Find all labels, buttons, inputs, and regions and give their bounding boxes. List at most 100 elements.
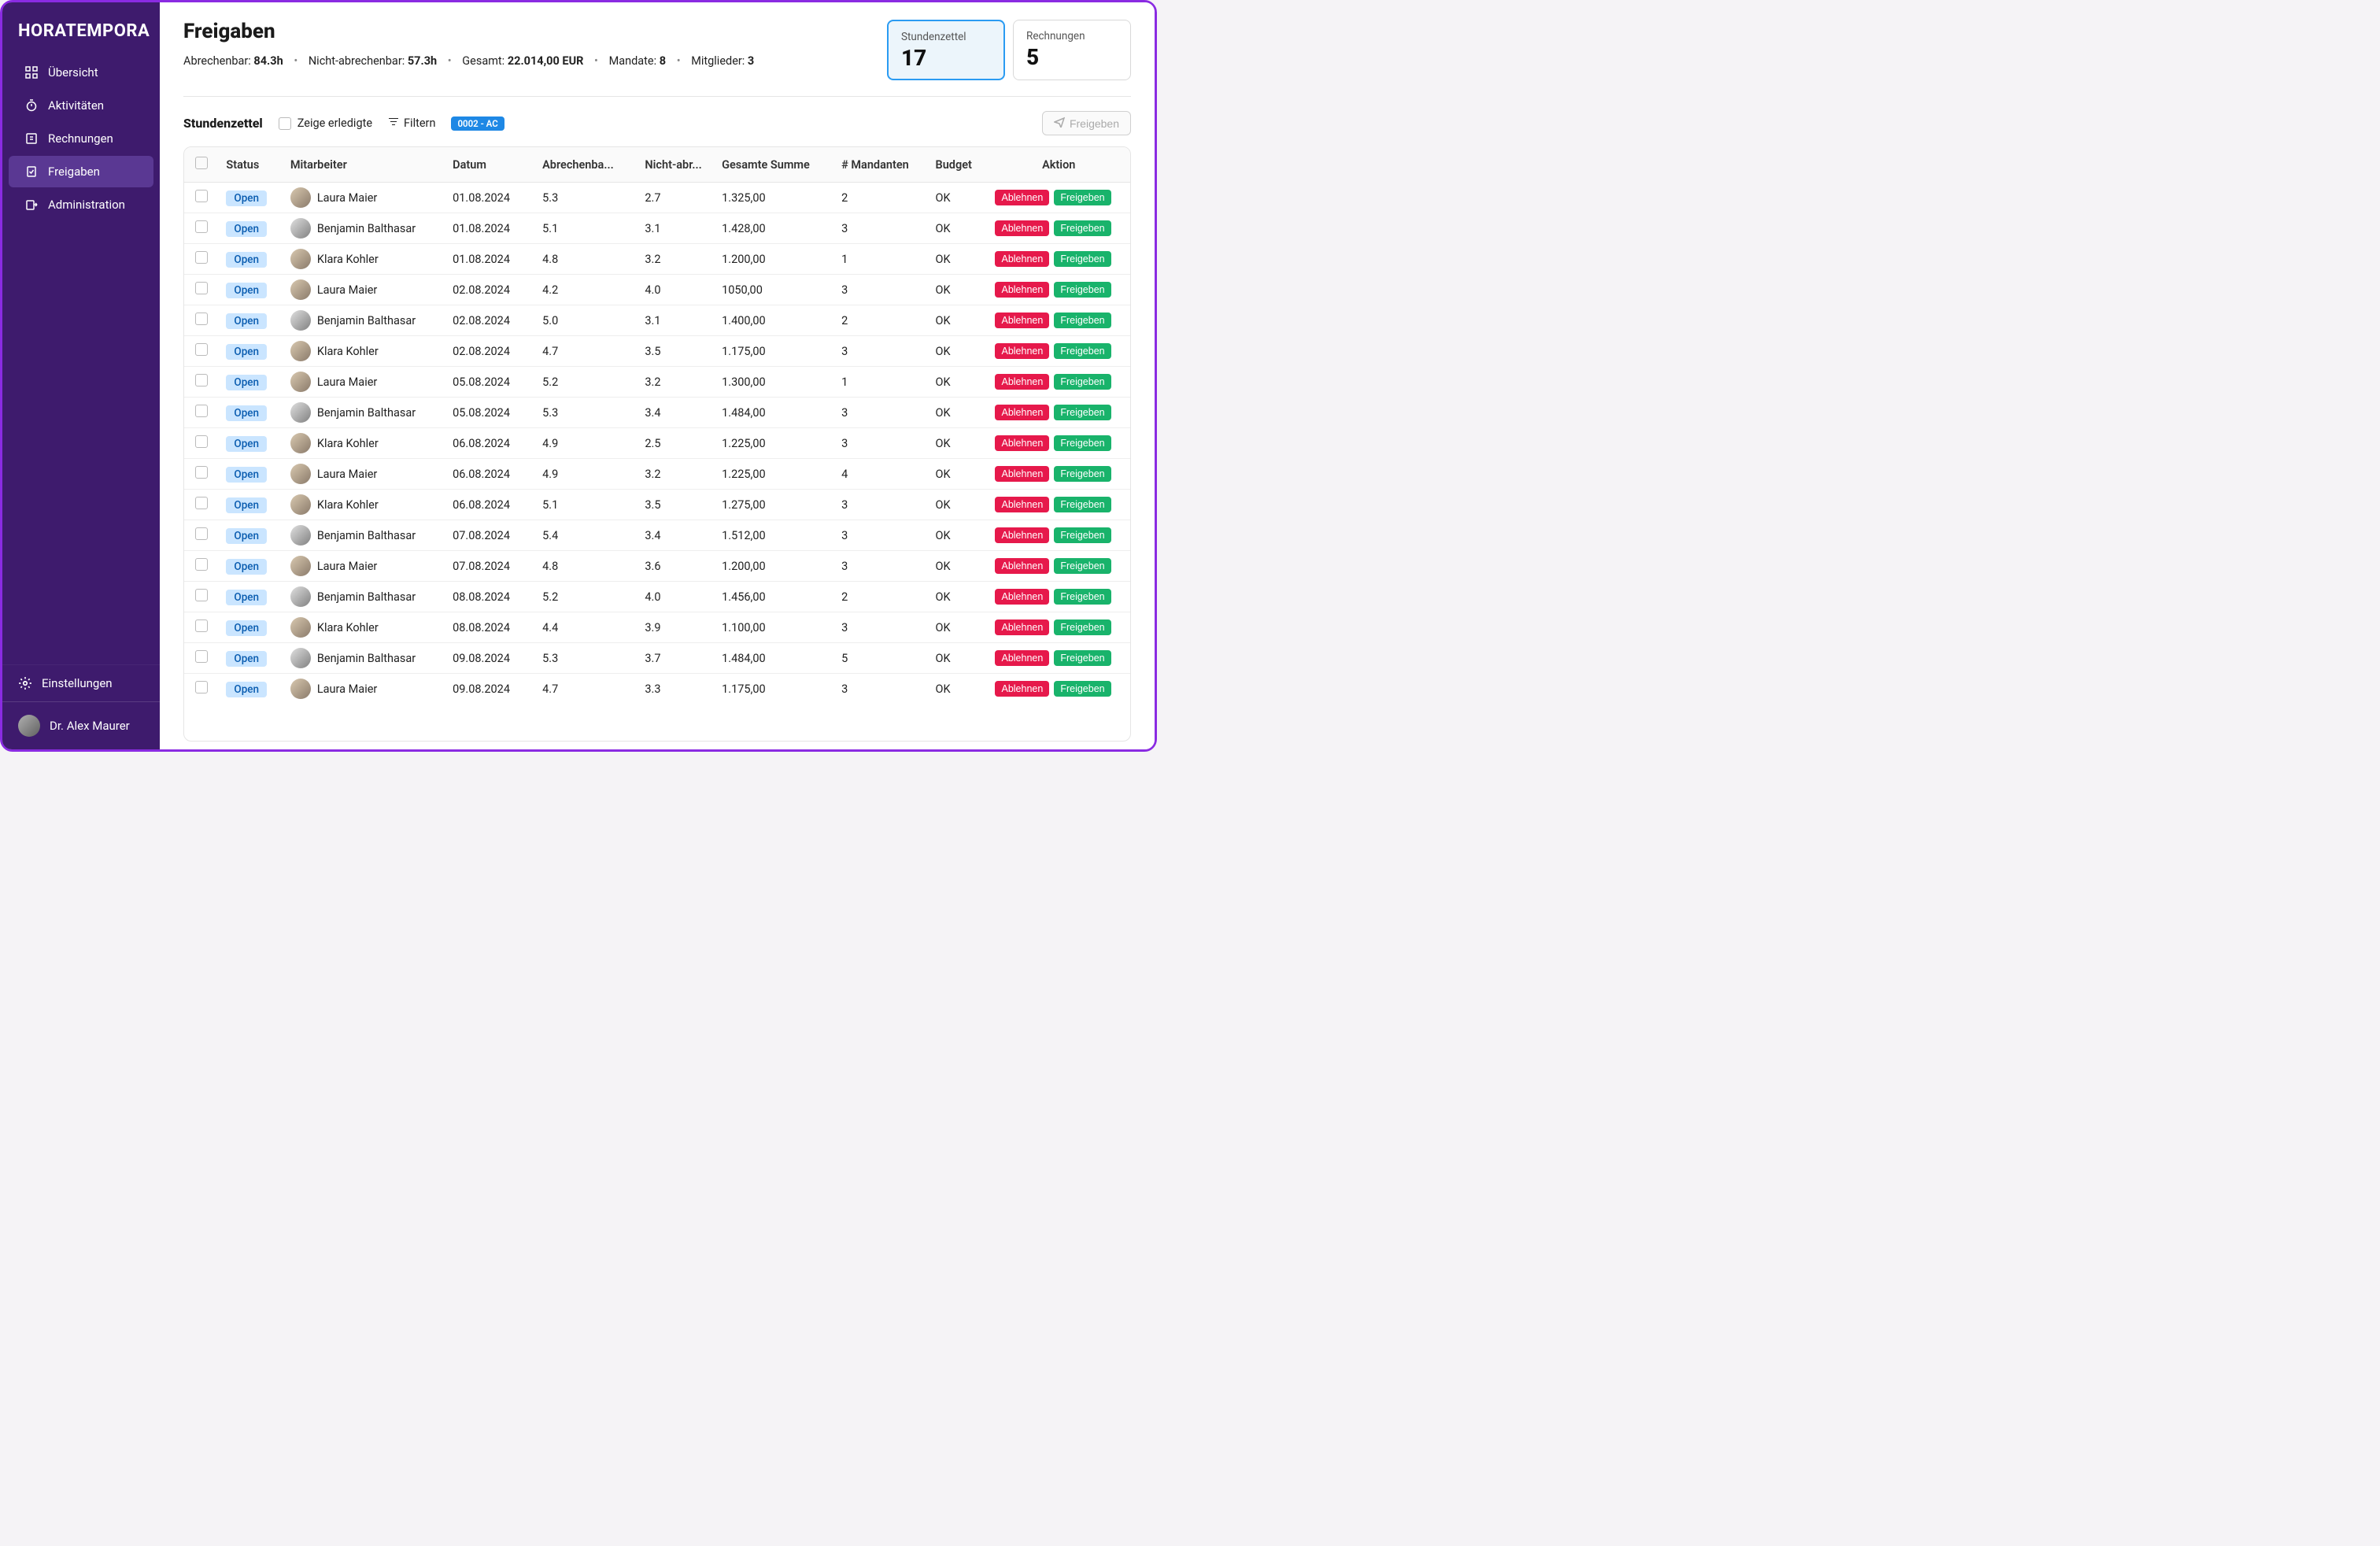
filter-chip[interactable]: 0002 - AC: [451, 117, 504, 131]
row-checkbox[interactable]: [195, 435, 208, 448]
approve-button[interactable]: Freigeben: [1054, 313, 1111, 328]
th-nonbillable[interactable]: Nicht-abr...: [637, 147, 714, 183]
approve-button[interactable]: Freigeben: [1054, 681, 1111, 697]
card-invoices[interactable]: Rechnungen 5: [1013, 20, 1131, 80]
reject-button[interactable]: Ablehnen: [995, 620, 1049, 635]
employee-name: Klara Kohler: [317, 437, 379, 450]
reject-button[interactable]: Ablehnen: [995, 681, 1049, 697]
approve-button[interactable]: Freigeben: [1054, 405, 1111, 420]
row-checkbox[interactable]: [195, 220, 208, 233]
nav-overview[interactable]: Übersicht: [9, 57, 153, 88]
table-row[interactable]: Open Benjamin Balthasar 07.08.2024 5.4 3…: [184, 520, 1130, 551]
reject-button[interactable]: Ablehnen: [995, 589, 1049, 605]
th-mandates[interactable]: # Mandanten: [833, 147, 927, 183]
reject-button[interactable]: Ablehnen: [995, 251, 1049, 267]
show-done-checkbox[interactable]: Zeige erledigte: [279, 117, 372, 130]
table-row[interactable]: Open Klara Kohler 02.08.2024 4.7 3.5 1.1…: [184, 336, 1130, 367]
approve-button[interactable]: Freigeben: [1054, 251, 1111, 267]
row-checkbox[interactable]: [195, 466, 208, 479]
th-budget[interactable]: Budget: [928, 147, 988, 183]
cell-sum: 1.456,00: [714, 582, 833, 612]
table-row[interactable]: Open Laura Maier 09.08.2024 4.7 3.3 1.17…: [184, 674, 1130, 705]
approve-button[interactable]: Freigeben: [1054, 220, 1111, 236]
approve-button[interactable]: Freigeben: [1054, 343, 1111, 359]
approve-button[interactable]: Freigeben: [1054, 435, 1111, 451]
reject-button[interactable]: Ablehnen: [995, 343, 1049, 359]
table-row[interactable]: Open Laura Maier 05.08.2024 5.2 3.2 1.30…: [184, 367, 1130, 398]
reject-button[interactable]: Ablehnen: [995, 466, 1049, 482]
reject-button[interactable]: Ablehnen: [995, 282, 1049, 298]
row-checkbox[interactable]: [195, 282, 208, 294]
approve-button[interactable]: Freigeben: [1054, 282, 1111, 298]
th-billable[interactable]: Abrechenba...: [534, 147, 637, 183]
reject-button[interactable]: Ablehnen: [995, 374, 1049, 390]
nav-invoices[interactable]: Rechnungen: [9, 123, 153, 154]
row-checkbox[interactable]: [195, 251, 208, 264]
nav-administration[interactable]: Administration: [9, 189, 153, 220]
row-checkbox[interactable]: [195, 497, 208, 509]
th-employee[interactable]: Mitarbeiter: [283, 147, 445, 183]
table-row[interactable]: Open Benjamin Balthasar 01.08.2024 5.1 3…: [184, 213, 1130, 244]
table-row[interactable]: Open Laura Maier 07.08.2024 4.8 3.6 1.20…: [184, 551, 1130, 582]
approve-button[interactable]: Freigeben: [1054, 374, 1111, 390]
row-checkbox[interactable]: [195, 620, 208, 632]
nav-settings[interactable]: Einstellungen: [2, 664, 160, 701]
approve-button[interactable]: Freigeben: [1054, 558, 1111, 574]
approve-button[interactable]: Freigeben: [1054, 497, 1111, 512]
row-checkbox[interactable]: [195, 681, 208, 693]
reject-button[interactable]: Ablehnen: [995, 497, 1049, 512]
status-badge: Open: [226, 590, 267, 605]
table-row[interactable]: Open Benjamin Balthasar 02.08.2024 5.0 3…: [184, 305, 1130, 336]
reject-button[interactable]: Ablehnen: [995, 405, 1049, 420]
card-timesheets[interactable]: Stundenzettel 17: [887, 20, 1005, 80]
select-all-checkbox[interactable]: [195, 157, 208, 169]
cell-mandates: 5: [833, 643, 927, 674]
user-profile[interactable]: Dr. Alex Maurer: [2, 701, 160, 749]
cell-budget: OK: [928, 183, 988, 213]
cell-date: 08.08.2024: [445, 612, 534, 643]
row-checkbox[interactable]: [195, 558, 208, 571]
nav-approvals[interactable]: Freigaben: [9, 156, 153, 187]
approve-button[interactable]: Freigeben: [1054, 527, 1111, 543]
row-checkbox[interactable]: [195, 343, 208, 356]
table-row[interactable]: Open Klara Kohler 08.08.2024 4.4 3.9 1.1…: [184, 612, 1130, 643]
reject-button[interactable]: Ablehnen: [995, 558, 1049, 574]
reject-button[interactable]: Ablehnen: [995, 313, 1049, 328]
th-date[interactable]: Datum: [445, 147, 534, 183]
table-row[interactable]: Open Laura Maier 06.08.2024 4.9 3.2 1.22…: [184, 459, 1130, 490]
row-checkbox[interactable]: [195, 589, 208, 601]
approve-button[interactable]: Freigeben: [1054, 620, 1111, 635]
cell-nonbillable: 4.0: [637, 582, 714, 612]
reject-button[interactable]: Ablehnen: [995, 527, 1049, 543]
row-checkbox[interactable]: [195, 313, 208, 325]
approve-button[interactable]: Freigeben: [1054, 190, 1111, 205]
th-status[interactable]: Status: [218, 147, 282, 183]
filter-button[interactable]: Filtern: [388, 117, 435, 131]
th-total[interactable]: Gesamte Summe: [714, 147, 833, 183]
reject-button[interactable]: Ablehnen: [995, 190, 1049, 205]
table-row[interactable]: Open Benjamin Balthasar 09.08.2024 5.3 3…: [184, 643, 1130, 674]
table-row[interactable]: Open Benjamin Balthasar 08.08.2024 5.2 4…: [184, 582, 1130, 612]
table-row[interactable]: Open Klara Kohler 01.08.2024 4.8 3.2 1.2…: [184, 244, 1130, 275]
row-checkbox[interactable]: [195, 374, 208, 386]
table-row[interactable]: Open Klara Kohler 06.08.2024 4.9 2.5 1.2…: [184, 428, 1130, 459]
reject-button[interactable]: Ablehnen: [995, 650, 1049, 666]
approve-button[interactable]: Freigeben: [1054, 589, 1111, 605]
table-row[interactable]: Open Laura Maier 01.08.2024 5.3 2.7 1.32…: [184, 183, 1130, 213]
reject-button[interactable]: Ablehnen: [995, 435, 1049, 451]
table-row[interactable]: Open Benjamin Balthasar 05.08.2024 5.3 3…: [184, 398, 1130, 428]
row-checkbox[interactable]: [195, 405, 208, 417]
approve-button[interactable]: Freigeben: [1054, 466, 1111, 482]
approve-button[interactable]: Freigeben: [1054, 650, 1111, 666]
nav-activities[interactable]: Aktivitäten: [9, 90, 153, 121]
cell-nonbillable: 3.9: [637, 612, 714, 643]
table-row[interactable]: Open Laura Maier 02.08.2024 4.2 4.0 1050…: [184, 275, 1130, 305]
row-checkbox[interactable]: [195, 650, 208, 663]
row-checkbox[interactable]: [195, 527, 208, 540]
employee-name: Benjamin Balthasar: [317, 406, 416, 420]
row-checkbox[interactable]: [195, 190, 208, 202]
nav-label: Übersicht: [48, 65, 98, 80]
reject-button[interactable]: Ablehnen: [995, 220, 1049, 236]
table-row[interactable]: Open Klara Kohler 06.08.2024 5.1 3.5 1.2…: [184, 490, 1130, 520]
release-button[interactable]: Freigeben: [1042, 111, 1131, 135]
